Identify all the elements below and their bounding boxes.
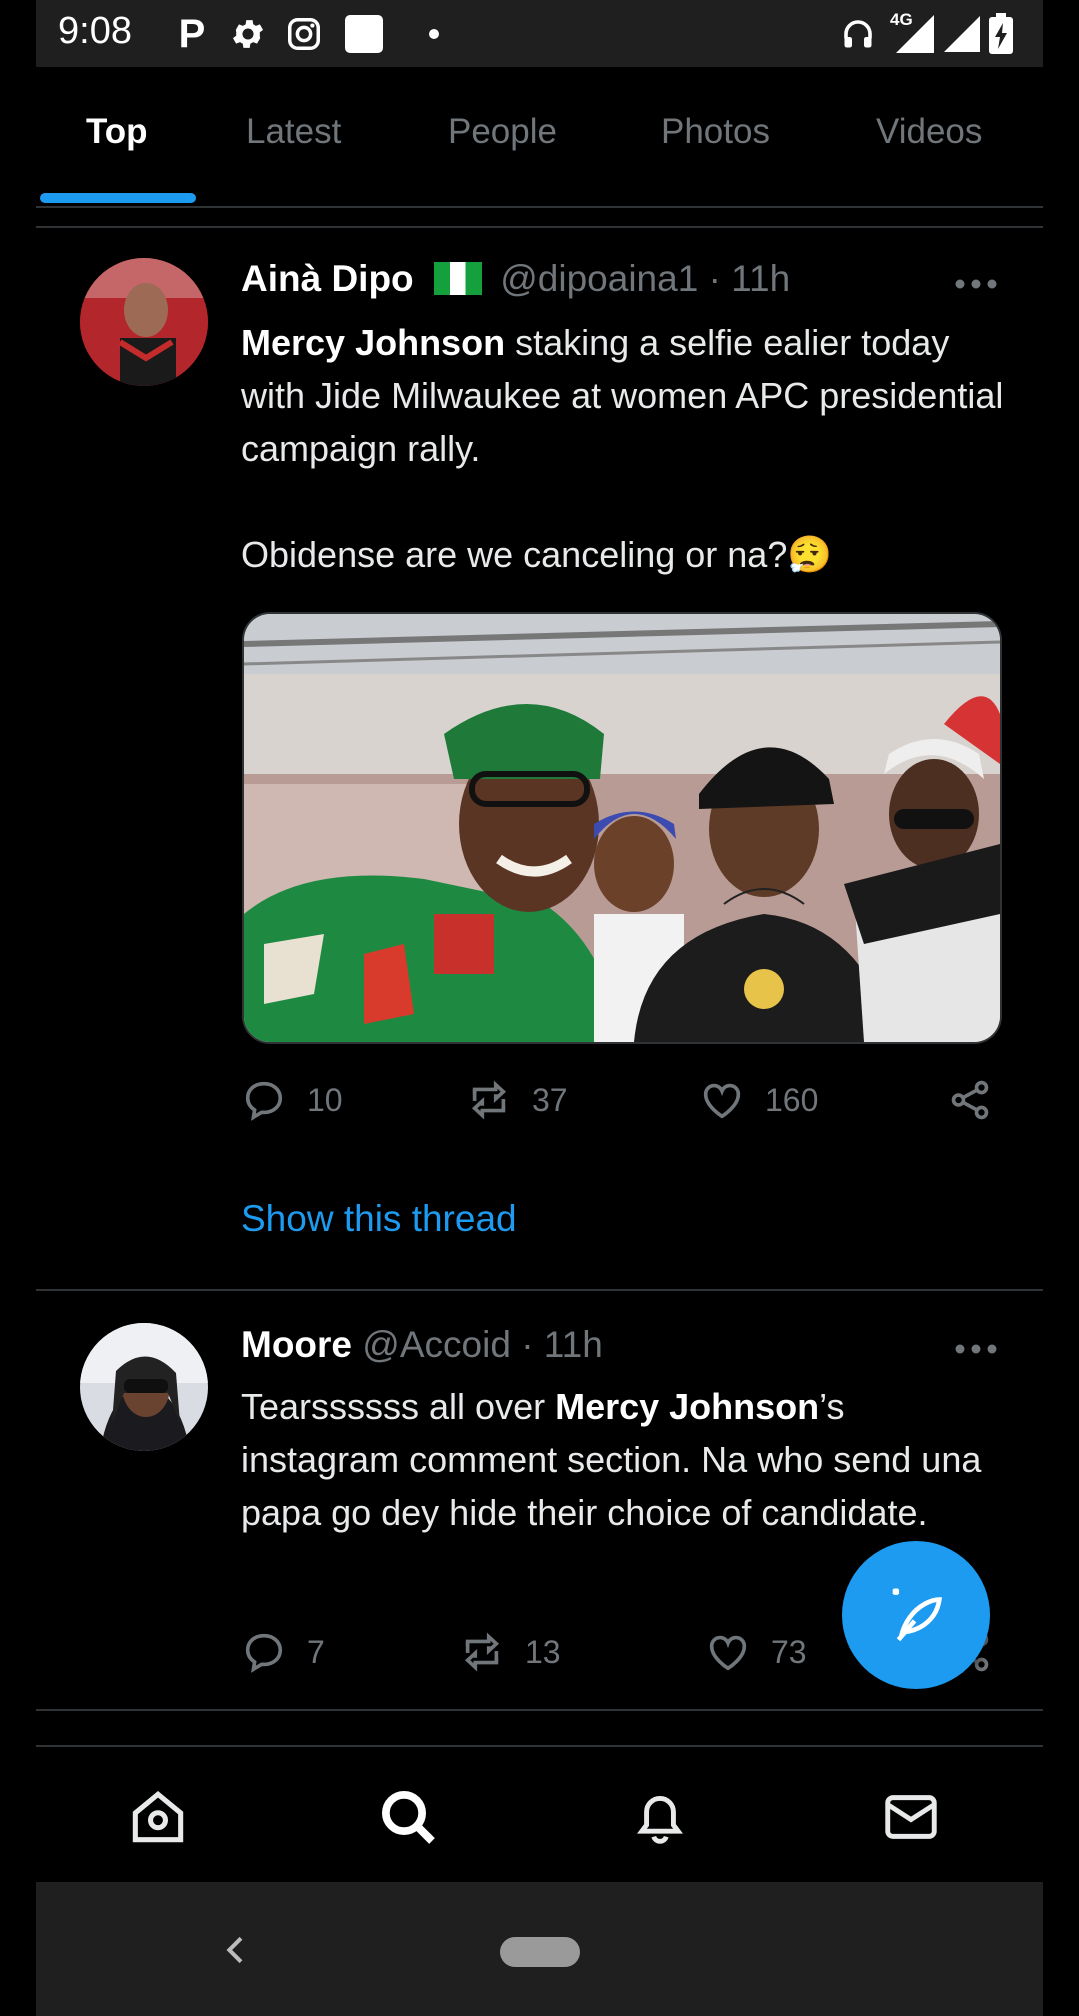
tab-photos[interactable]: Photos [661, 112, 770, 152]
compose-feather-icon [892, 1588, 942, 1642]
author-handle[interactable]: @Accoid [362, 1324, 511, 1365]
parking-p-icon: P [178, 11, 206, 56]
tweet-divider [36, 1709, 1043, 1711]
active-tab-indicator [40, 193, 196, 203]
avatar[interactable] [80, 1323, 208, 1451]
tweet-text: Mercy Johnson staking a selfie ealier to… [241, 316, 1011, 581]
tweet-time: · 11h [708, 258, 791, 299]
signal-icon [940, 12, 984, 56]
retweet-icon [464, 1632, 500, 1672]
share-button[interactable] [947, 1075, 1013, 1125]
white-square-icon [342, 12, 386, 56]
show-thread-link[interactable]: Show this thread [241, 1198, 517, 1240]
retweet-icon [471, 1080, 507, 1120]
reply-count: 10 [307, 1081, 343, 1118]
instagram-icon [282, 12, 326, 56]
retweet-button[interactable]: 13 [459, 1627, 561, 1677]
dot-icon [412, 12, 456, 56]
status-bar: 9:08 P 4G [36, 0, 1043, 67]
reply-icon [245, 1633, 283, 1673]
tweet-header: Moore @Accoid · 11h [241, 1324, 603, 1366]
nigeria-flag-icon [433, 262, 482, 295]
mention-bold: Mercy Johnson [555, 1386, 820, 1427]
bell-icon[interactable] [628, 1785, 692, 1849]
reply-icon [245, 1081, 283, 1121]
tab-latest[interactable]: Latest [246, 112, 341, 152]
status-time: 9:08 [58, 10, 132, 52]
author-handle[interactable]: @dipoaina1 [500, 258, 698, 299]
feed-top-divider [36, 226, 1043, 228]
mention-bold: Mercy Johnson [241, 322, 506, 363]
retweet-count: 37 [532, 1081, 568, 1118]
share-icon [951, 1080, 989, 1120]
reply-button[interactable]: 10 [241, 1075, 343, 1125]
tab-videos[interactable]: Videos [876, 112, 982, 152]
tab-top[interactable]: Top [86, 112, 148, 152]
tweet-text-line2: Obidense are we canceling or na? [241, 534, 788, 575]
network-label: 4G [890, 10, 913, 29]
tweet-actions: 10 37 160 [241, 1075, 1031, 1125]
search-icon[interactable] [376, 1785, 440, 1849]
like-count: 73 [771, 1633, 807, 1670]
tweet-time: · 11h [521, 1324, 603, 1365]
author-name[interactable]: Moore [241, 1324, 352, 1365]
face-exhaling-emoji: 😮‍💨 [787, 534, 833, 575]
compose-tweet-button[interactable] [842, 1541, 990, 1689]
tab-people[interactable]: People [448, 112, 557, 152]
mail-icon[interactable] [879, 1785, 943, 1849]
reply-count: 7 [307, 1633, 325, 1670]
more-options-icon[interactable] [954, 274, 998, 294]
like-count: 160 [765, 1081, 819, 1118]
battery-charging-icon [986, 12, 1016, 56]
like-button[interactable]: 160 [699, 1075, 818, 1125]
headphones-icon [836, 12, 880, 56]
tweet-text: Tearssssss all over Mercy Johnson’s inst… [241, 1380, 1011, 1539]
tweet-header: Ainà Dipo @dipoaina1 · 11h [241, 258, 790, 300]
home-gesture-pill[interactable] [500, 1937, 580, 1967]
search-tabs: Top Latest People Photos Videos [36, 67, 1043, 207]
author-name[interactable]: Ainà Dipo [241, 258, 414, 299]
phone-screen: 9:08 P 4G Top Latest People Photos Video… [36, 0, 1043, 2016]
tweet-text-pre: Tearssssss all over [241, 1386, 556, 1427]
tweet-divider [36, 1289, 1043, 1291]
gear-icon [226, 12, 270, 56]
retweet-button[interactable]: 37 [466, 1075, 568, 1125]
retweet-count: 13 [525, 1633, 561, 1670]
bottom-navigation [36, 1745, 1043, 1884]
home-icon[interactable] [126, 1785, 190, 1849]
back-chevron-icon[interactable] [216, 1930, 256, 1970]
reply-button[interactable]: 7 [241, 1627, 325, 1677]
more-options-icon[interactable] [954, 1339, 998, 1359]
avatar[interactable] [80, 258, 208, 386]
like-button[interactable]: 73 [705, 1627, 807, 1677]
tweet-photo[interactable] [242, 612, 1002, 1044]
heart-icon [703, 1083, 741, 1119]
system-navigation-bar [36, 1882, 1043, 2016]
heart-icon [709, 1635, 747, 1671]
signal-4g-icon: 4G [888, 10, 938, 56]
tabs-divider [36, 206, 1043, 208]
